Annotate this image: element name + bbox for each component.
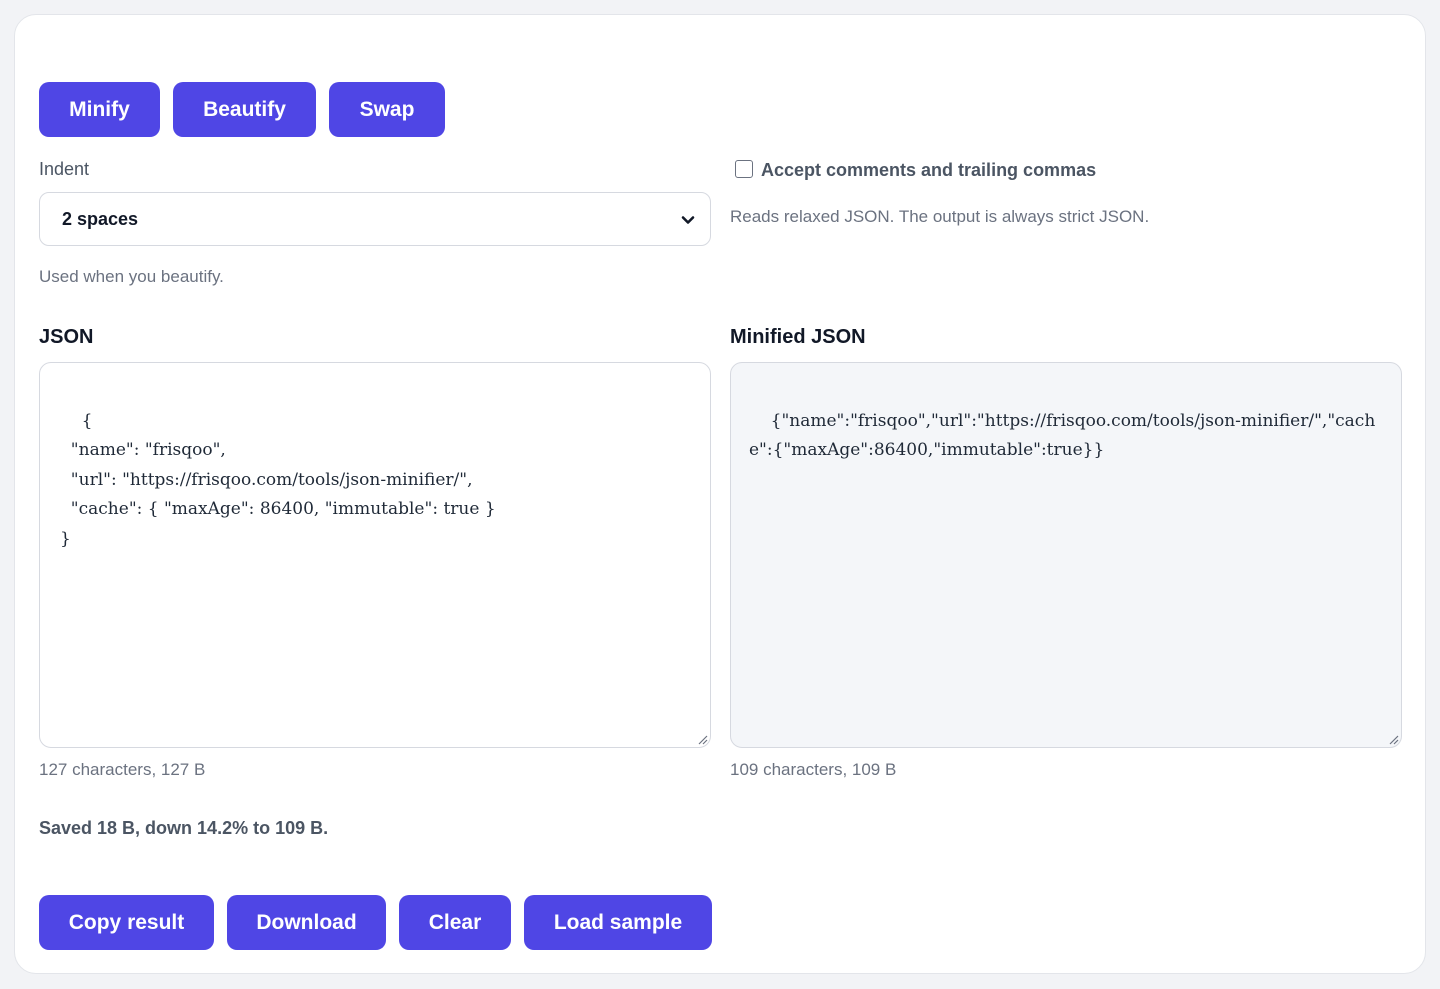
resize-grip-icon[interactable] [1387,733,1399,745]
json-output-text: {"name":"frisqoo","url":"https://frisqoo… [749,410,1376,461]
relaxed-json-checkbox[interactable] [735,160,753,178]
indent-help: Used when you beautify. [39,267,224,286]
input-stats: 127 characters, 127 B [39,760,206,779]
minify-button[interactable]: Minify [39,82,160,137]
json-minifier-card: Minify Beautify Swap Indent 2 spaces Use… [14,14,1426,974]
output-title: Minified JSON [730,326,866,348]
indent-label: Indent [39,159,90,179]
resize-grip-icon[interactable] [696,733,708,745]
indent-select[interactable]: 2 spaces [39,192,711,246]
input-title: JSON [39,326,94,348]
chevron-down-icon [681,216,695,224]
savings-summary: Saved 18 B, down 14.2% to 109 B. [39,818,329,838]
json-input-textarea[interactable]: { "name": "frisqoo", "url": "https://fri… [39,362,711,748]
clear-button[interactable]: Clear [399,895,511,950]
load-sample-button[interactable]: Load sample [524,895,712,950]
indent-selected-value: 2 spaces [62,208,139,229]
beautify-button[interactable]: Beautify [173,82,316,137]
output-stats: 109 characters, 109 B [730,760,897,779]
copy-result-button[interactable]: Copy result [39,895,214,950]
relaxed-json-label[interactable]: Accept comments and trailing commas [761,160,1096,181]
json-input-text: { "name": "frisqoo", "url": "https://fri… [60,410,496,549]
relaxed-json-help: Reads relaxed JSON. The output is always… [730,207,1150,226]
json-output-textarea[interactable]: {"name":"frisqoo","url":"https://frisqoo… [730,362,1402,748]
download-button[interactable]: Download [227,895,386,950]
swap-button[interactable]: Swap [329,82,445,137]
